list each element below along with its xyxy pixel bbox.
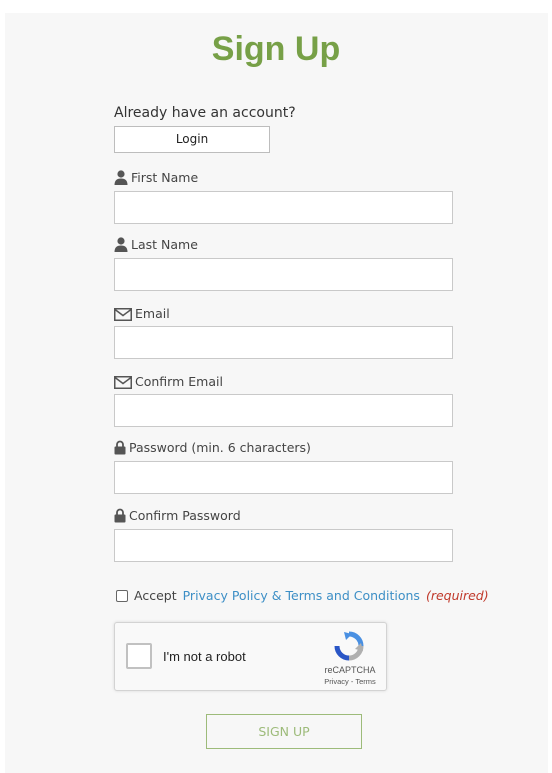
recaptcha-privacy-link[interactable]: Privacy: [324, 677, 349, 686]
login-button[interactable]: Login: [114, 126, 270, 153]
envelope-icon: [114, 308, 132, 321]
email-input[interactable]: [114, 326, 453, 359]
last-name-label: Last Name: [114, 237, 198, 252]
email-label: Email: [114, 306, 170, 321]
envelope-icon: [114, 376, 132, 389]
lock-icon: [114, 508, 126, 523]
first-name-input[interactable]: [114, 191, 453, 224]
confirm-email-input[interactable]: [114, 394, 453, 427]
recaptcha-brand: reCAPTCHA: [324, 665, 376, 675]
accept-terms-checkbox[interactable]: [116, 589, 128, 602]
recaptcha-label: I'm not a robot: [163, 649, 246, 664]
confirm-password-label-text: Confirm Password: [129, 508, 241, 523]
recaptcha-links: Privacy - Terms: [316, 677, 384, 686]
recaptcha-logo-icon: [334, 631, 364, 661]
confirm-password-input[interactable]: [114, 529, 453, 562]
password-input[interactable]: [114, 461, 453, 494]
already-have-account-text: Already have an account?: [114, 105, 296, 121]
confirm-password-label: Confirm Password: [114, 508, 241, 523]
sign-up-button[interactable]: SIGN UP: [206, 714, 362, 749]
accept-terms-row: Accept Privacy Policy & Terms and Condit…: [116, 588, 489, 603]
user-icon: [114, 170, 128, 185]
password-label-text: Password (min. 6 characters): [129, 440, 311, 455]
recaptcha-widget: I'm not a robot reCAPTCHA Privacy - Term…: [114, 622, 387, 691]
recaptcha-checkbox[interactable]: [126, 643, 152, 669]
lock-icon: [114, 440, 126, 455]
page-title: Sign Up: [211, 30, 341, 68]
first-name-label: First Name: [114, 170, 198, 185]
last-name-label-text: Last Name: [131, 237, 198, 252]
accept-prefix-text: Accept: [134, 588, 177, 603]
recaptcha-terms-link[interactable]: Terms: [355, 677, 375, 686]
last-name-input[interactable]: [114, 258, 453, 291]
confirm-email-label-text: Confirm Email: [135, 374, 223, 389]
user-icon: [114, 237, 128, 252]
required-indicator: (required): [425, 588, 489, 603]
privacy-terms-link[interactable]: Privacy Policy & Terms and Conditions: [183, 588, 420, 603]
email-label-text: Email: [135, 306, 170, 321]
first-name-label-text: First Name: [131, 170, 199, 185]
confirm-email-label: Confirm Email: [114, 374, 223, 389]
password-label: Password (min. 6 characters): [114, 440, 311, 455]
